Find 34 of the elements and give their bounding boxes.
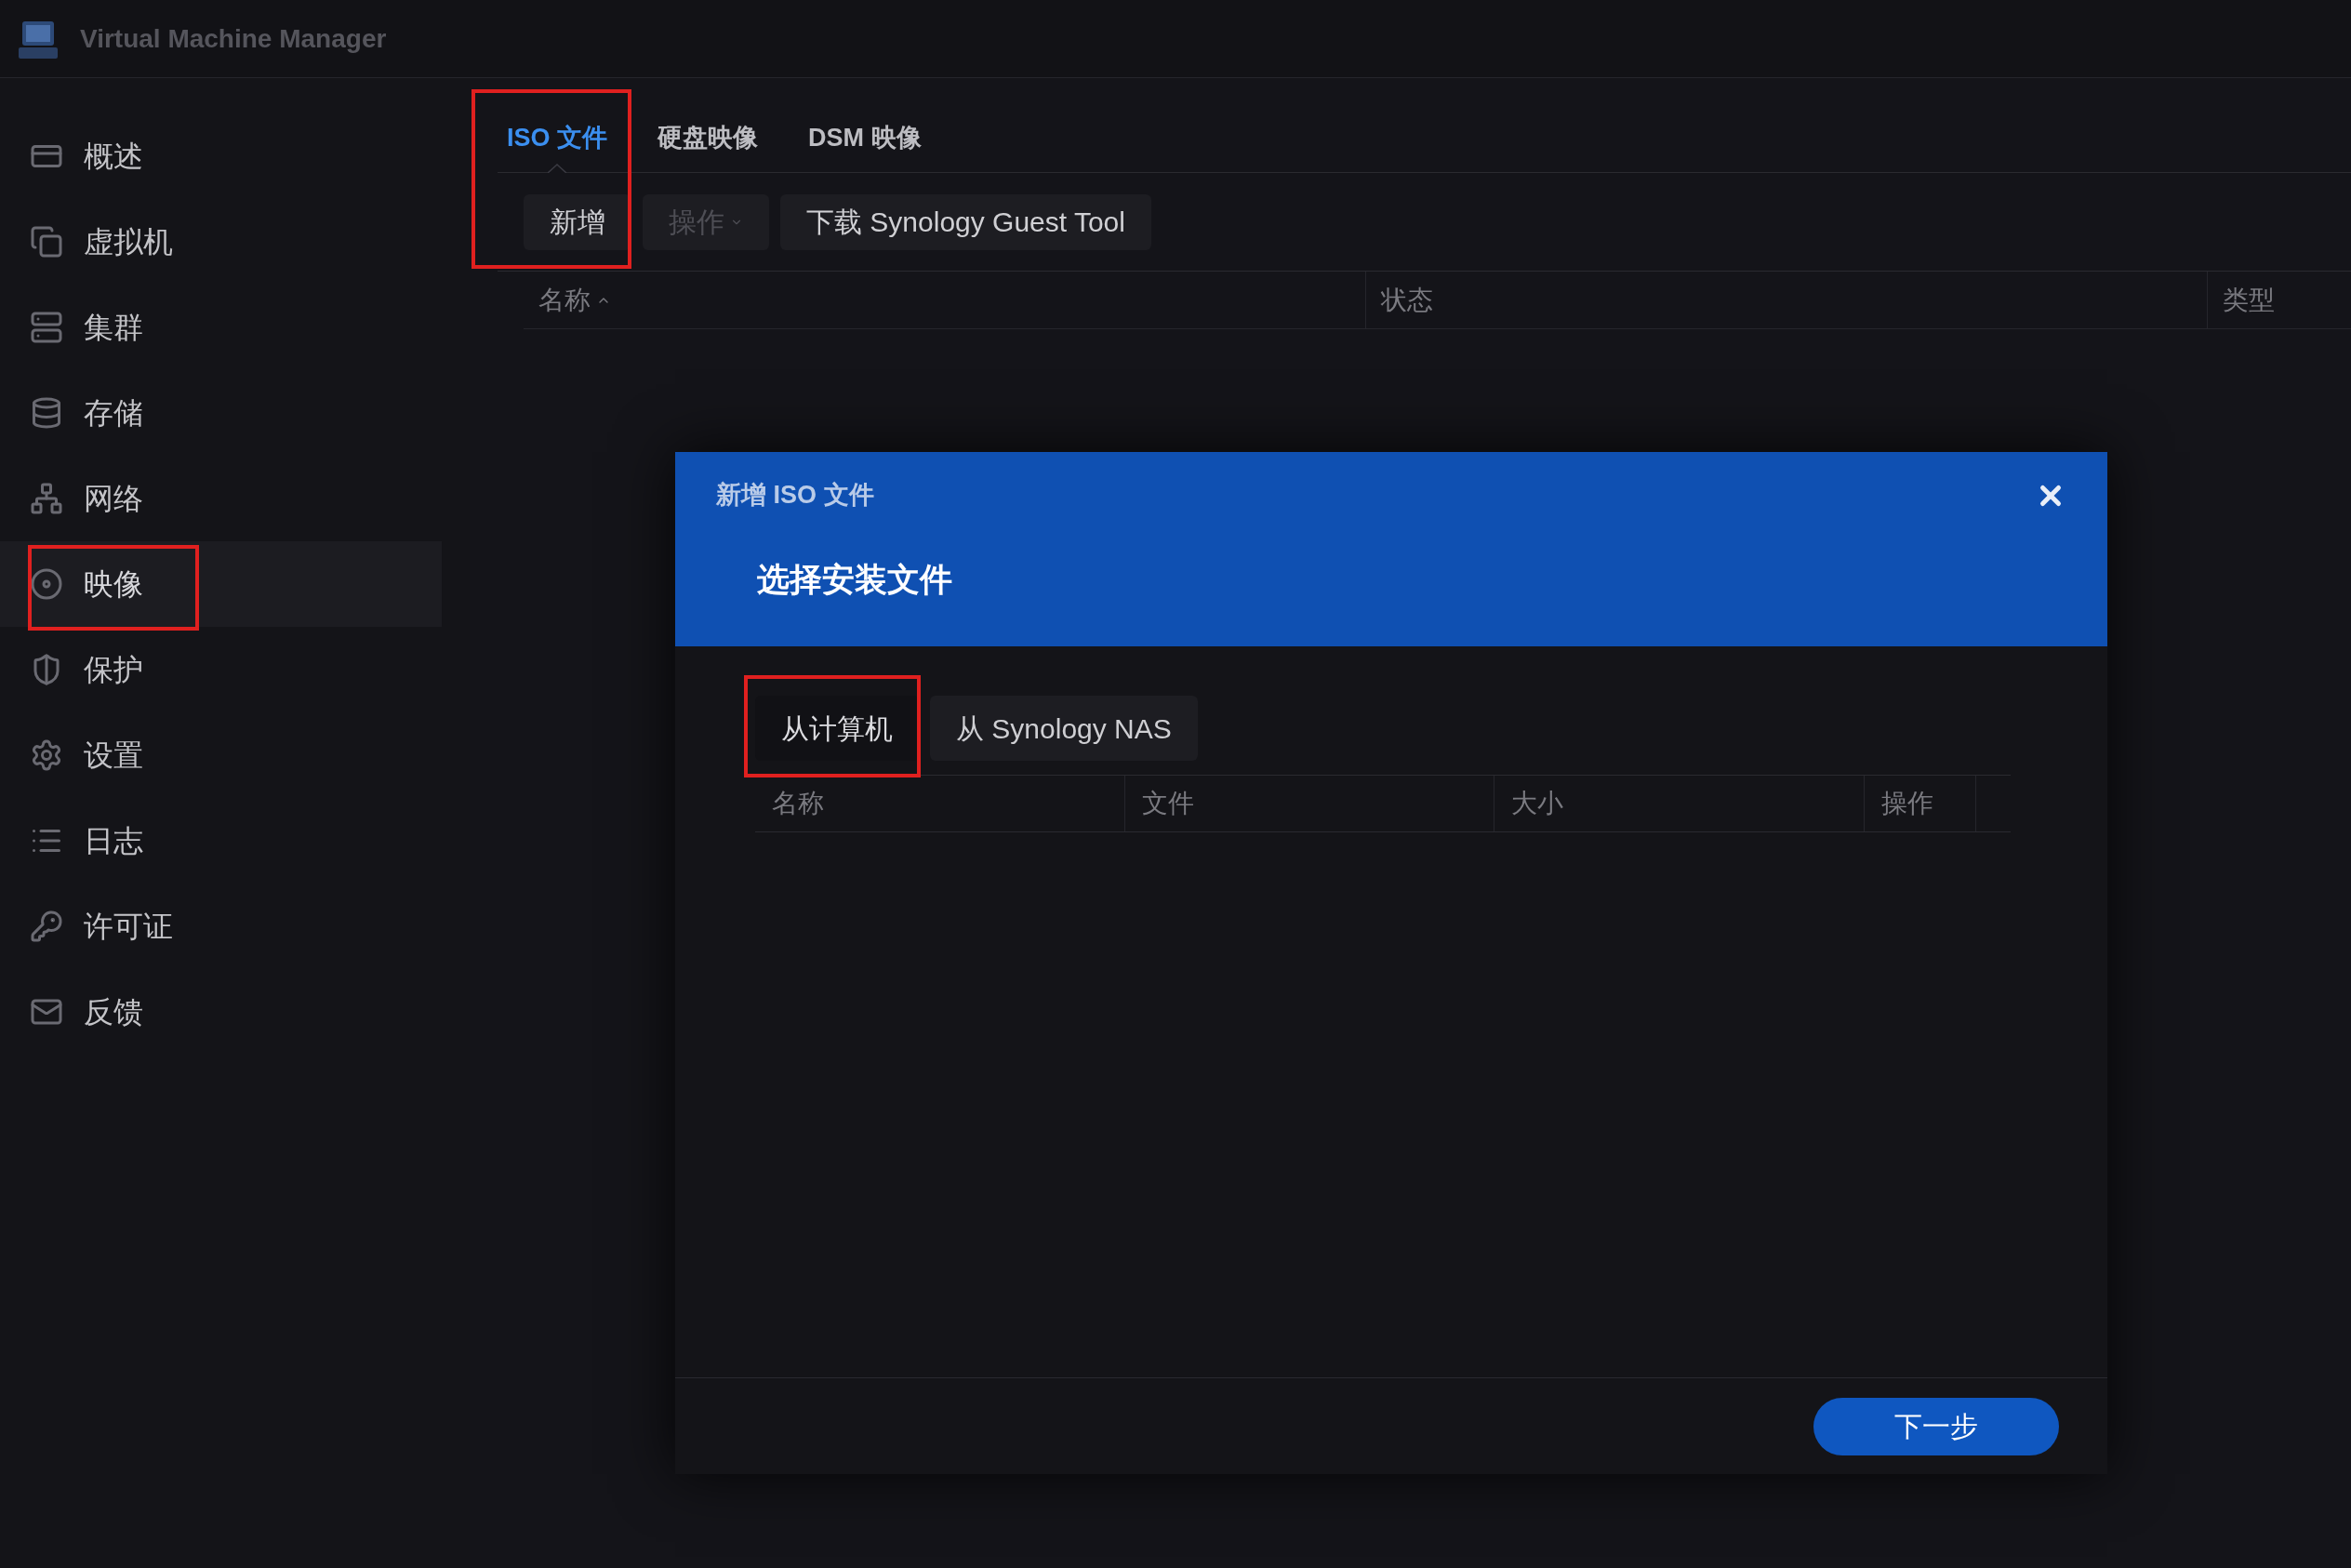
column-header[interactable]: 类型 <box>2207 272 2351 328</box>
tab[interactable]: 硬盘映像 <box>657 104 758 172</box>
column-header[interactable]: 状态 <box>1365 272 2207 328</box>
sidebar-item[interactable]: 反馈 <box>0 969 442 1055</box>
dialog-heading: 选择安装文件 <box>757 559 952 599</box>
column-header[interactable]: 名称 <box>755 776 1125 831</box>
column-header[interactable]: 名称 <box>524 272 1365 328</box>
sidebar-item[interactable]: 虚拟机 <box>0 199 442 285</box>
network-icon <box>30 482 63 515</box>
sidebar-item[interactable]: 网络 <box>0 456 442 541</box>
settings-icon <box>30 738 63 772</box>
tab[interactable]: DSM 映像 <box>808 104 922 172</box>
disc-icon <box>30 567 63 601</box>
column-header[interactable]: 大小 <box>1494 776 1865 831</box>
server-icon <box>30 311 63 344</box>
tab-pointer-icon <box>548 164 566 173</box>
sidebar-item[interactable]: 概述 <box>0 113 442 199</box>
sidebar-item[interactable]: 存储 <box>0 370 442 456</box>
toolbar-button[interactable]: 下载 Synology Guest Tool <box>780 193 1151 250</box>
sidebar-item[interactable]: 保护 <box>0 627 442 712</box>
database-icon <box>30 396 63 430</box>
app-title: Virtual Machine Manager <box>80 22 387 55</box>
key-icon <box>30 910 63 943</box>
sidebar-item[interactable]: 日志 <box>0 798 442 884</box>
sidebar-item[interactable]: 设置 <box>0 712 442 798</box>
next-button[interactable]: 下一步 <box>1813 1397 2059 1455</box>
dialog-title: 新增 ISO 文件 <box>716 480 874 511</box>
column-header[interactable]: 操作 <box>1865 776 1976 831</box>
tab[interactable]: ISO 文件 <box>507 104 607 172</box>
source-tab[interactable]: 从 Synology NAS <box>930 696 1198 761</box>
column-header[interactable]: 文件 <box>1125 776 1494 831</box>
sidebar-item[interactable]: 集群 <box>0 285 442 370</box>
copy-icon <box>30 225 63 259</box>
sidebar-item[interactable]: 许可证 <box>0 884 442 969</box>
